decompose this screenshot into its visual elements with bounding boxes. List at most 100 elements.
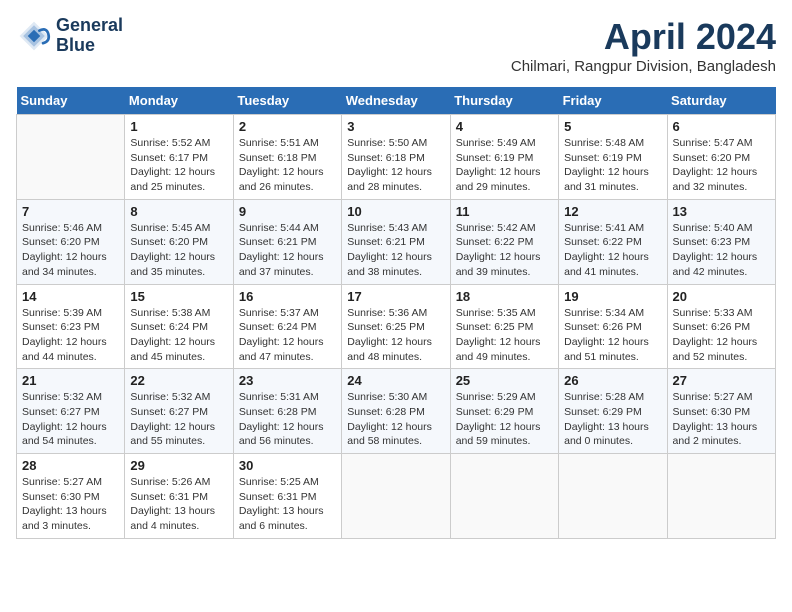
calendar-cell: 28Sunrise: 5:27 AM Sunset: 6:30 PM Dayli… [17,454,125,539]
calendar-cell: 17 Sunrise: 5:36 AM Sunset: 6:25 PM Dayli… [342,284,450,369]
calendar-week-2: 7 Sunrise: 5:46 AM Sunset: 6:20 PM Daylig… [17,199,776,284]
day-number: 14 [22,289,119,304]
weekday-header-tuesday: Tuesday [233,87,341,115]
day-number: 11 [456,204,553,219]
logo: General Blue [16,16,123,56]
day-info: Sunrise: 5:27 AM Sunset: 6:30 PM Dayligh… [673,390,770,449]
calendar-cell: 12 Sunrise: 5:41 AM Sunset: 6:22 PM Dayli… [559,199,667,284]
page-header: General Blue April 2024 Chilmari, Rangpu… [16,16,776,75]
day-number: 17 [347,289,444,304]
calendar-cell: 24 Sunrise: 5:30 AM Sunset: 6:28 PM Dayli… [342,369,450,454]
day-info: Sunrise: 5:43 AM Sunset: 6:21 PM Dayligh… [347,221,444,280]
day-info: Sunrise: 5:26 AM Sunset: 6:31 PM Dayligh… [130,475,227,534]
calendar-cell: 2 Sunrise: 5:51 AM Sunset: 6:18 PM Daylig… [233,115,341,200]
day-number: 15 [130,289,227,304]
calendar-week-4: 21 Sunrise: 5:32 AM Sunset: 6:27 PM Dayli… [17,369,776,454]
calendar-cell: 29 Sunrise: 5:26 AM Sunset: 6:31 PM Dayli… [125,454,233,539]
calendar-cell: 26 Sunrise: 5:28 AM Sunset: 6:29 PM Dayli… [559,369,667,454]
day-info: Sunrise: 5:28 AM Sunset: 6:29 PM Dayligh… [564,390,661,449]
day-number: 13 [673,204,770,219]
day-number: 26 [564,373,661,388]
day-number: 16 [239,289,336,304]
day-number: 29 [130,458,227,473]
calendar-cell: 15 Sunrise: 5:38 AM Sunset: 6:24 PM Dayli… [125,284,233,369]
calendar-week-3: 14 Sunrise: 5:39 AM Sunset: 6:23 PM Dayli… [17,284,776,369]
calendar-cell [342,454,450,539]
day-number: 1 [130,119,227,134]
day-info: Sunrise: 5:33 AM Sunset: 6:26 PM Dayligh… [673,306,770,365]
day-number: 20 [673,289,770,304]
day-number: 6 [673,119,770,134]
day-number: 3 [347,119,444,134]
location-subtitle: Chilmari, Rangpur Division, Bangladesh [511,58,776,75]
day-number: 12 [564,204,661,219]
day-info: Sunrise: 5:45 AM Sunset: 6:20 PM Dayligh… [130,221,227,280]
day-info: Sunrise: 5:29 AM Sunset: 6:29 PM Dayligh… [456,390,553,449]
calendar-cell: 6 Sunrise: 5:47 AM Sunset: 6:20 PM Daylig… [667,115,775,200]
day-info: Sunrise: 5:38 AM Sunset: 6:24 PM Dayligh… [130,306,227,365]
day-info: Sunrise: 5:39 AM Sunset: 6:23 PM Dayligh… [22,306,119,365]
day-info: Sunrise: 5:47 AM Sunset: 6:20 PM Dayligh… [673,136,770,195]
day-number: 2 [239,119,336,134]
calendar-cell: 8Sunrise: 5:45 AM Sunset: 6:20 PM Daylig… [125,199,233,284]
day-info: Sunrise: 5:32 AM Sunset: 6:27 PM Dayligh… [130,390,227,449]
day-number: 25 [456,373,553,388]
day-number: 27 [673,373,770,388]
weekday-header-sunday: Sunday [17,87,125,115]
title-section: April 2024 Chilmari, Rangpur Division, B… [511,16,776,75]
calendar-cell [450,454,558,539]
day-number: 9 [239,204,336,219]
month-title: April 2024 [511,16,776,58]
calendar-cell: 23Sunrise: 5:31 AM Sunset: 6:28 PM Dayli… [233,369,341,454]
day-number: 10 [347,204,444,219]
day-info: Sunrise: 5:44 AM Sunset: 6:21 PM Dayligh… [239,221,336,280]
day-info: Sunrise: 5:34 AM Sunset: 6:26 PM Dayligh… [564,306,661,365]
logo-icon [16,18,52,54]
calendar-table: SundayMondayTuesdayWednesdayThursdayFrid… [16,87,776,539]
day-info: Sunrise: 5:51 AM Sunset: 6:18 PM Dayligh… [239,136,336,195]
weekday-header-thursday: Thursday [450,87,558,115]
calendar-cell [559,454,667,539]
calendar-week-5: 28Sunrise: 5:27 AM Sunset: 6:30 PM Dayli… [17,454,776,539]
day-info: Sunrise: 5:48 AM Sunset: 6:19 PM Dayligh… [564,136,661,195]
day-info: Sunrise: 5:46 AM Sunset: 6:20 PM Dayligh… [22,221,119,280]
calendar-cell: 13 Sunrise: 5:40 AM Sunset: 6:23 PM Dayli… [667,199,775,284]
day-number: 22 [130,373,227,388]
day-number: 7 [22,204,119,219]
day-info: Sunrise: 5:40 AM Sunset: 6:23 PM Dayligh… [673,221,770,280]
day-info: Sunrise: 5:41 AM Sunset: 6:22 PM Dayligh… [564,221,661,280]
weekday-header-wednesday: Wednesday [342,87,450,115]
day-info: Sunrise: 5:42 AM Sunset: 6:22 PM Dayligh… [456,221,553,280]
day-info: Sunrise: 5:25 AM Sunset: 6:31 PM Dayligh… [239,475,336,534]
calendar-cell: 9 Sunrise: 5:44 AM Sunset: 6:21 PM Daylig… [233,199,341,284]
day-info: Sunrise: 5:32 AM Sunset: 6:27 PM Dayligh… [22,390,119,449]
calendar-cell: 22 Sunrise: 5:32 AM Sunset: 6:27 PM Dayli… [125,369,233,454]
day-info: Sunrise: 5:31 AM Sunset: 6:28 PM Dayligh… [239,390,336,449]
day-info: Sunrise: 5:36 AM Sunset: 6:25 PM Dayligh… [347,306,444,365]
day-number: 19 [564,289,661,304]
day-info: Sunrise: 5:37 AM Sunset: 6:24 PM Dayligh… [239,306,336,365]
calendar-cell: 14 Sunrise: 5:39 AM Sunset: 6:23 PM Dayli… [17,284,125,369]
calendar-week-1: 1 Sunrise: 5:52 AM Sunset: 6:17 PM Daylig… [17,115,776,200]
calendar-cell: 16 Sunrise: 5:37 AM Sunset: 6:24 PM Dayli… [233,284,341,369]
calendar-cell: 25 Sunrise: 5:29 AM Sunset: 6:29 PM Dayli… [450,369,558,454]
day-info: Sunrise: 5:35 AM Sunset: 6:25 PM Dayligh… [456,306,553,365]
day-info: Sunrise: 5:50 AM Sunset: 6:18 PM Dayligh… [347,136,444,195]
day-number: 5 [564,119,661,134]
calendar-cell: 20 Sunrise: 5:33 AM Sunset: 6:26 PM Dayli… [667,284,775,369]
logo-text: General Blue [56,16,123,56]
calendar-cell: 10 Sunrise: 5:43 AM Sunset: 6:21 PM Dayli… [342,199,450,284]
weekday-header-friday: Friday [559,87,667,115]
day-number: 24 [347,373,444,388]
calendar-cell [667,454,775,539]
calendar-cell: 1 Sunrise: 5:52 AM Sunset: 6:17 PM Daylig… [125,115,233,200]
day-info: Sunrise: 5:49 AM Sunset: 6:19 PM Dayligh… [456,136,553,195]
calendar-cell: 30Sunrise: 5:25 AM Sunset: 6:31 PM Dayli… [233,454,341,539]
calendar-cell: 7 Sunrise: 5:46 AM Sunset: 6:20 PM Daylig… [17,199,125,284]
day-info: Sunrise: 5:30 AM Sunset: 6:28 PM Dayligh… [347,390,444,449]
calendar-cell: 18Sunrise: 5:35 AM Sunset: 6:25 PM Dayli… [450,284,558,369]
calendar-cell: 3 Sunrise: 5:50 AM Sunset: 6:18 PM Daylig… [342,115,450,200]
day-info: Sunrise: 5:27 AM Sunset: 6:30 PM Dayligh… [22,475,119,534]
day-number: 21 [22,373,119,388]
day-info: Sunrise: 5:52 AM Sunset: 6:17 PM Dayligh… [130,136,227,195]
